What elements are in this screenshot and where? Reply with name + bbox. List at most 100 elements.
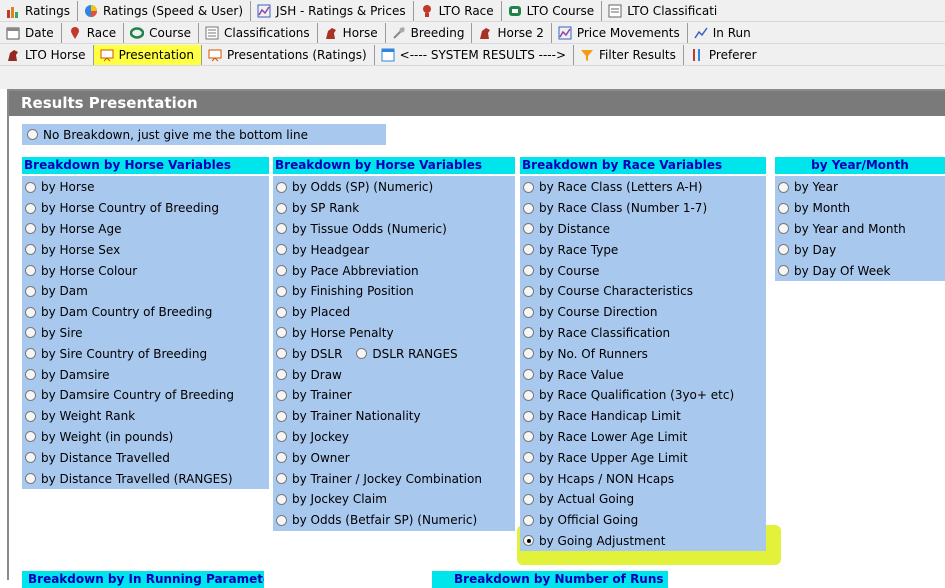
option-by-race-qualification-3yo-etc[interactable]: by Race Qualification (3yo+ etc) [520, 385, 766, 406]
tab-horse-2[interactable]: Horse 2 [472, 22, 552, 43]
radio-icon[interactable] [276, 431, 287, 443]
option-by-race-handicap-limit[interactable]: by Race Handicap Limit [520, 406, 766, 427]
radio-icon[interactable] [523, 514, 534, 526]
radio-icon[interactable] [25, 244, 36, 256]
radio-icon[interactable] [523, 431, 534, 443]
tab-filter-results[interactable]: Filter Results [574, 44, 684, 65]
radio-icon[interactable] [25, 265, 36, 277]
radio-icon[interactable] [778, 181, 789, 193]
option-by-distance-travelled-ranges[interactable]: by Distance Travelled (RANGES) [22, 468, 269, 489]
radio-icon[interactable] [276, 410, 287, 422]
radio-icon[interactable] [523, 369, 534, 381]
radio-icon[interactable] [523, 473, 534, 485]
option-by-headgear[interactable]: by Headgear [273, 239, 515, 260]
tab-breeding[interactable]: Breeding [386, 22, 473, 43]
option-by-distance[interactable]: by Distance [520, 219, 766, 240]
option-by-dam-country-of-breeding[interactable]: by Dam Country of Breeding [22, 302, 269, 323]
radio-icon[interactable] [523, 285, 534, 297]
tab-lto-horse[interactable]: LTO Horse [0, 44, 94, 65]
radio-icon[interactable] [276, 473, 287, 485]
tab-course[interactable]: Course [124, 22, 200, 43]
option-by-race-type[interactable]: by Race Type [520, 239, 766, 260]
radio-icon[interactable] [276, 223, 287, 235]
tab-jsh-ratings-prices[interactable]: JSH - Ratings & Prices [251, 0, 414, 21]
option-by-owner[interactable]: by Owner [273, 447, 515, 468]
radio-icon[interactable] [523, 327, 534, 339]
option-by-race-class-number-1-7[interactable]: by Race Class (Number 1-7) [520, 198, 766, 219]
radio-icon[interactable] [523, 389, 534, 401]
tab-lto-course[interactable]: LTO Course [502, 0, 603, 21]
option-by-tissue-odds-numeric[interactable]: by Tissue Odds (Numeric) [273, 219, 515, 240]
option-by-hcaps-non-hcaps[interactable]: by Hcaps / NON Hcaps [520, 468, 766, 489]
radio-icon[interactable] [276, 306, 287, 318]
option-by-race-class-letters-a-h[interactable]: by Race Class (Letters A-H) [520, 177, 766, 198]
radio-icon[interactable] [778, 265, 789, 277]
option-by-horse[interactable]: by Horse [22, 177, 269, 198]
radio-icon[interactable] [523, 493, 534, 505]
option-by-jockey[interactable]: by Jockey [273, 427, 515, 448]
radio-icon[interactable] [276, 348, 287, 360]
radio-icon[interactable] [276, 265, 287, 277]
radio-icon[interactable] [276, 369, 287, 381]
option-by-trainer-nationality[interactable]: by Trainer Nationality [273, 406, 515, 427]
radio-icon[interactable] [778, 202, 789, 214]
option-by-draw[interactable]: by Draw [273, 364, 515, 385]
radio-icon[interactable] [276, 181, 287, 193]
option-by-sire[interactable]: by Sire [22, 323, 269, 344]
radio-selected-icon[interactable] [523, 535, 534, 547]
option-by-day[interactable]: by Day [775, 239, 945, 260]
radio-icon[interactable] [523, 306, 534, 318]
option-by-damsire[interactable]: by Damsire [22, 364, 269, 385]
radio-icon[interactable] [25, 223, 36, 235]
option-by-race-upper-age-limit[interactable]: by Race Upper Age Limit [520, 447, 766, 468]
option-by-course-direction[interactable]: by Course Direction [520, 302, 766, 323]
radio-icon[interactable] [276, 514, 287, 526]
option-by-trainer[interactable]: by Trainer [273, 385, 515, 406]
option-by-placed[interactable]: by Placed [273, 302, 515, 323]
radio-icon[interactable] [25, 452, 36, 464]
tab-system-results[interactable]: <---- SYSTEM RESULTS ----> [375, 44, 574, 65]
radio-icon[interactable] [523, 244, 534, 256]
option-by-sire-country-of-breeding[interactable]: by Sire Country of Breeding [22, 343, 269, 364]
option-by-horse-country-of-breeding[interactable]: by Horse Country of Breeding [22, 198, 269, 219]
option-by-year-and-month[interactable]: by Year and Month [775, 219, 945, 240]
option-by-month[interactable]: by Month [775, 198, 945, 219]
radio-icon[interactable] [523, 223, 534, 235]
option-by-jockey-claim[interactable]: by Jockey Claim [273, 489, 515, 510]
option-by-damsire-country-of-breeding[interactable]: by Damsire Country of Breeding [22, 385, 269, 406]
tab-date[interactable]: Date [0, 22, 62, 43]
option-by-course-characteristics[interactable]: by Course Characteristics [520, 281, 766, 302]
option-by-weight-rank[interactable]: by Weight Rank [22, 406, 269, 427]
tab-ratings[interactable]: Ratings [0, 0, 78, 21]
tab-price-movements[interactable]: Price Movements [552, 22, 688, 43]
radio-icon[interactable] [276, 452, 287, 464]
option-by-race-classification[interactable]: by Race Classification [520, 323, 766, 344]
option-by-odds-betfair-sp-numeric[interactable]: by Odds (Betfair SP) (Numeric) [273, 510, 515, 531]
option-by-race-value[interactable]: by Race Value [520, 364, 766, 385]
radio-icon[interactable] [276, 202, 287, 214]
option-by-finishing-position[interactable]: by Finishing Position [273, 281, 515, 302]
radio-icon[interactable] [25, 327, 36, 339]
radio-icon[interactable] [25, 306, 36, 318]
tab-lto-classificati[interactable]: LTO Classificati [602, 1, 724, 21]
radio-icon[interactable] [276, 493, 287, 505]
radio-icon[interactable] [523, 181, 534, 193]
radio-icon[interactable] [523, 410, 534, 422]
option-by-no-of-runners[interactable]: by No. Of Runners [520, 343, 766, 364]
option-by-horse-sex[interactable]: by Horse Sex [22, 239, 269, 260]
tab-lto-race[interactable]: LTO Race [414, 0, 502, 21]
tab-in-run[interactable]: In Run [688, 23, 758, 43]
tab-preferer[interactable]: Preferer [684, 45, 764, 65]
radio-icon[interactable] [276, 244, 287, 256]
option-by-sp-rank[interactable]: by SP Rank [273, 198, 515, 219]
radio-icon[interactable] [25, 431, 36, 443]
radio-icon[interactable] [523, 265, 534, 277]
tab-presentation[interactable]: Presentation [93, 44, 202, 65]
option-by-race-lower-age-limit[interactable]: by Race Lower Age Limit [520, 427, 766, 448]
option-by-horse-age[interactable]: by Horse Age [22, 219, 269, 240]
radio-icon[interactable] [523, 452, 534, 464]
tab-ratings-speed-user[interactable]: Ratings (Speed & User) [78, 0, 252, 21]
option-by-dam[interactable]: by Dam [22, 281, 269, 302]
option-by-horse-penalty[interactable]: by Horse Penalty [273, 323, 515, 344]
option-by-year[interactable]: by Year [775, 177, 945, 198]
